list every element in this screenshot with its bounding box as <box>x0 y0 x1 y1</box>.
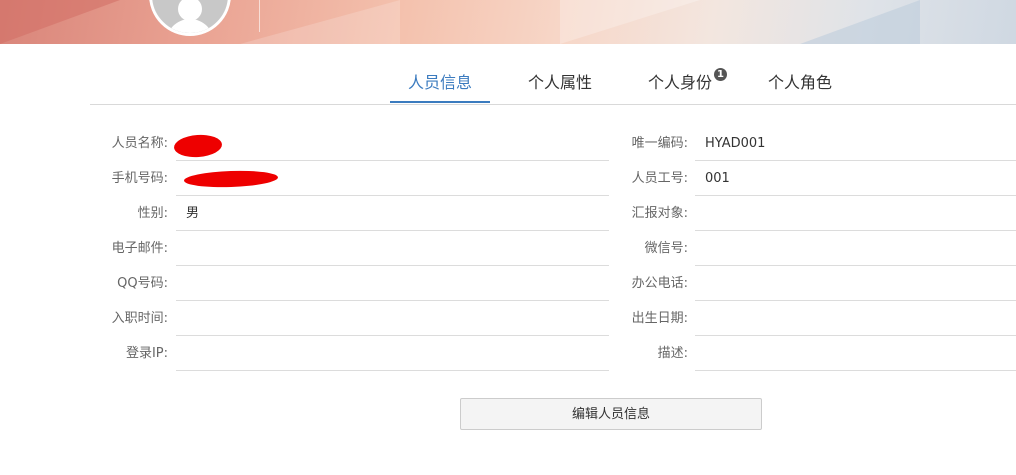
banner-facet <box>240 0 400 44</box>
field-value-hire-date <box>176 302 609 336</box>
tab-bar: 人员信息 个人属性 个人身份 1 个人角色 <box>90 60 1016 105</box>
field-label-wechat: 微信号: <box>644 241 688 256</box>
edit-person-info-button[interactable]: 编辑人员信息 <box>460 398 762 430</box>
tab-label: 个人角色 <box>767 73 832 92</box>
field-label-qq: QQ号码: <box>117 276 168 291</box>
field-value-login-ip <box>176 337 609 371</box>
tab-personal-identity[interactable]: 个人身份 1 <box>630 60 730 103</box>
field-label-unique-code: 唯一编码: <box>631 136 688 151</box>
field-value-birth-date <box>695 302 1016 336</box>
field-label-email: 电子邮件: <box>111 241 168 256</box>
field-value-employee-id: 001 <box>695 162 1016 196</box>
tab-label: 个人属性 <box>527 73 592 92</box>
field-value-gender: 男 <box>176 197 609 231</box>
field-label-hire-date: 入职时间: <box>111 311 168 326</box>
banner-facet <box>800 0 920 44</box>
field-label-login-ip: 登录IP: <box>125 346 168 361</box>
tab-label: 人员信息 <box>407 73 472 92</box>
tab-label: 个人身份 <box>647 73 712 92</box>
banner-facet <box>0 0 120 44</box>
field-value-qq <box>176 267 609 301</box>
field-value-description <box>695 337 1016 371</box>
tab-personal-attributes[interactable]: 个人属性 <box>510 60 610 103</box>
field-label-office-phone: 办公电话: <box>631 276 688 291</box>
field-label-report-to: 汇报对象: <box>631 206 688 221</box>
avatar-head-shape <box>178 0 202 21</box>
banner-facet <box>560 0 700 44</box>
field-label-name: 人员名称: <box>111 136 168 151</box>
field-value-name <box>176 127 609 161</box>
field-label-description: 描述: <box>657 346 688 361</box>
banner-divider <box>259 0 260 32</box>
field-label-phone: 手机号码: <box>111 171 168 186</box>
tab-person-info[interactable]: 人员信息 <box>390 60 490 103</box>
field-label-gender: 性别: <box>137 206 168 221</box>
field-value-unique-code: HYAD001 <box>695 127 1016 161</box>
field-value-email <box>176 232 609 266</box>
field-label-birth-date: 出生日期: <box>631 311 688 326</box>
notification-badge: 1 <box>714 68 727 81</box>
field-value-office-phone <box>695 267 1016 301</box>
field-label-employee-id: 人员工号: <box>631 171 688 186</box>
tab-personal-role[interactable]: 个人角色 <box>750 60 850 103</box>
field-value-wechat <box>695 232 1016 266</box>
field-value-report-to <box>695 197 1016 231</box>
